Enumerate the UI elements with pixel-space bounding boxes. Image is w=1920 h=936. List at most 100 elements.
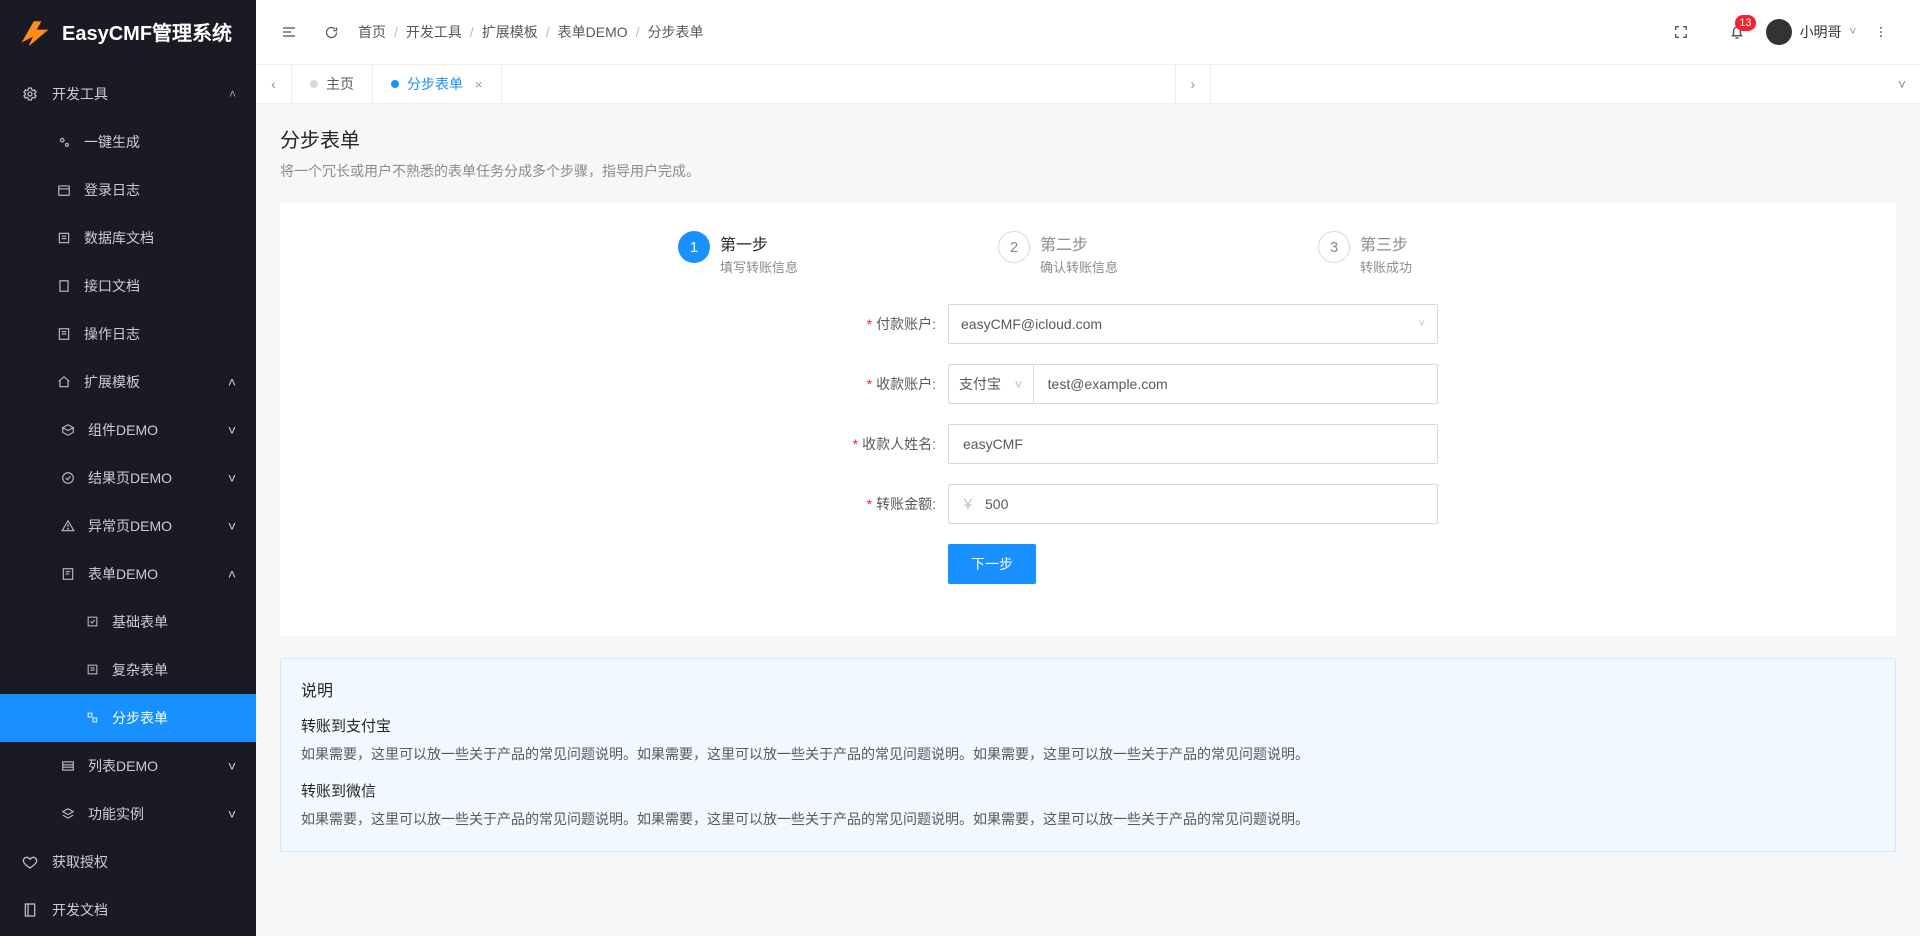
tabs-bar: ‹ 主页 分步表单 × › ˅	[256, 64, 1920, 104]
gear-icon	[22, 86, 38, 102]
nav-form-demo[interactable]: 表单DEMO ˄	[0, 550, 256, 598]
nav-comp-demo[interactable]: 组件DEMO ˅	[0, 406, 256, 454]
app-name: EasyCMF管理系统	[62, 17, 232, 46]
tab-menu[interactable]: ˅	[1884, 65, 1920, 103]
tab-scroll-right[interactable]: ›	[1175, 65, 1211, 103]
nav-ext-tpl[interactable]: 扩展模板 ˄	[0, 358, 256, 406]
topbar: 首页/ 开发工具/ 扩展模板/ 表单DEMO/ 分步表单 13 小明哥 ˅	[256, 0, 1920, 64]
nav-op-log[interactable]: 操作日志	[0, 310, 256, 358]
avatar	[1766, 19, 1792, 45]
steps: 1 第一步 填写转账信息 2 第二步 确认转账信息	[598, 231, 1578, 276]
chevron-up-icon: ˄	[229, 87, 236, 101]
nav-func-demo[interactable]: 功能实例 ˅	[0, 790, 256, 838]
nav-dev-doc[interactable]: 开发文档	[0, 886, 256, 934]
transfer-form: *付款账户: easyCMF@icloud.com ˅ *收款账户:	[738, 304, 1438, 584]
nav-license[interactable]: 获取授权	[0, 838, 256, 886]
refresh-button[interactable]	[316, 17, 346, 47]
doc-icon	[56, 278, 72, 294]
fullscreen-button[interactable]	[1666, 17, 1696, 47]
collapse-sidebar-button[interactable]	[274, 17, 304, 47]
crumb[interactable]: 首页	[358, 22, 386, 42]
nav-basic-form[interactable]: 基础表单	[0, 598, 256, 646]
currency-icon: ￥	[961, 494, 975, 514]
form-complex-icon	[84, 662, 100, 678]
info-text: 如果需要，这里可以放一些关于产品的常见问题说明。如果需要，这里可以放一些关于产品…	[301, 809, 1875, 829]
form-icon	[60, 566, 76, 582]
info-text: 如果需要，这里可以放一些关于产品的常见问题说明。如果需要，这里可以放一些关于产品…	[301, 744, 1875, 764]
list-icon	[56, 230, 72, 246]
log-icon	[56, 326, 72, 342]
tab-home[interactable]: 主页	[292, 65, 373, 103]
cube-icon	[60, 422, 76, 438]
home-icon	[56, 374, 72, 390]
recv-method-select[interactable]: 支付宝 ˅	[948, 364, 1034, 404]
chevron-down-icon: ˅	[228, 758, 236, 774]
step-number-icon: 3	[1318, 231, 1350, 263]
nav-complex-form[interactable]: 复杂表单	[0, 646, 256, 694]
tab-step-form[interactable]: 分步表单 ×	[373, 65, 502, 103]
recv-account-input[interactable]	[1034, 364, 1438, 404]
chevron-down-icon: ˅	[228, 518, 236, 534]
amount-label: *转账金额:	[738, 494, 948, 514]
chevron-down-icon: ˅	[1419, 318, 1425, 330]
table-icon	[60, 758, 76, 774]
nav-error-demo[interactable]: 异常页DEMO ˅	[0, 502, 256, 550]
crumb[interactable]: 分步表单	[648, 22, 704, 42]
pay-account-select[interactable]: easyCMF@icloud.com ˅	[948, 304, 1438, 344]
next-button[interactable]: 下一步	[948, 544, 1036, 584]
more-menu-button[interactable]	[1874, 25, 1898, 39]
step-2: 2 第二步 确认转账信息	[998, 231, 1318, 276]
recv-name-label: *收款人姓名:	[738, 434, 948, 454]
recv-name-input[interactable]	[948, 424, 1438, 464]
gears-icon	[56, 134, 72, 150]
page-title: 分步表单	[280, 124, 1896, 153]
info-box: 说明 转账到支付宝 如果需要，这里可以放一些关于产品的常见问题说明。如果需要，这…	[280, 658, 1896, 852]
calendar-icon	[56, 182, 72, 198]
heart-icon	[22, 854, 38, 870]
chevron-up-icon: ˄	[228, 374, 236, 390]
nav: 开发工具 ˄ 一键生成 登录日志 数据库文档	[0, 64, 256, 936]
book-icon	[22, 902, 38, 918]
info-section-title: 转账到支付宝	[301, 715, 1875, 736]
user-menu[interactable]: 小明哥 ˅	[1766, 19, 1856, 45]
form-step-icon	[84, 710, 100, 726]
nav-list-demo[interactable]: 列表DEMO ˅	[0, 742, 256, 790]
nav-db-doc[interactable]: 数据库文档	[0, 214, 256, 262]
tab-dot-icon	[391, 80, 399, 88]
recv-account-label: *收款账户:	[738, 374, 948, 394]
nav-dev-tools[interactable]: 开发工具 ˄	[0, 70, 256, 118]
crumb[interactable]: 表单DEMO	[558, 22, 628, 42]
step-number-icon: 1	[678, 231, 710, 263]
tab-scroll-left[interactable]: ‹	[256, 65, 292, 103]
info-section-title: 转账到微信	[301, 780, 1875, 801]
notification-badge: 13	[1735, 15, 1755, 31]
page-body: 分步表单 将一个冗长或用户不熟悉的表单任务分成多个步骤，指导用户完成。 1 第一…	[256, 104, 1920, 880]
tab-dot-icon	[310, 80, 318, 88]
notifications-button[interactable]: 13	[1726, 21, 1748, 43]
chevron-down-icon: ˅	[228, 470, 236, 486]
logo[interactable]: EasyCMF管理系统	[0, 0, 256, 64]
step-number-icon: 2	[998, 231, 1030, 263]
nav-api-doc[interactable]: 接口文档	[0, 262, 256, 310]
sidebar: EasyCMF管理系统 开发工具 ˄ 一键生成 登录日志	[0, 0, 256, 936]
amount-input[interactable]: ￥	[948, 484, 1438, 524]
form-basic-icon	[84, 614, 100, 630]
chevron-down-icon: ˅	[1850, 26, 1856, 38]
step-3: 3 第三步 转账成功	[1318, 231, 1498, 276]
nav-step-form[interactable]: 分步表单	[0, 694, 256, 742]
crumb[interactable]: 开发工具	[406, 22, 462, 42]
nav-onekey-gen[interactable]: 一键生成	[0, 118, 256, 166]
warn-icon	[60, 518, 76, 534]
form-card: 1 第一步 填写转账信息 2 第二步 确认转账信息	[280, 203, 1896, 636]
chevron-down-icon: ˅	[228, 422, 236, 438]
crumb[interactable]: 扩展模板	[482, 22, 538, 42]
chevron-up-icon: ˄	[228, 566, 236, 582]
layers-icon	[60, 806, 76, 822]
chevron-down-icon: ˅	[1014, 376, 1022, 392]
breadcrumb: 首页/ 开发工具/ 扩展模板/ 表单DEMO/ 分步表单	[358, 22, 704, 42]
close-icon[interactable]: ×	[475, 77, 483, 92]
nav-login-log[interactable]: 登录日志	[0, 166, 256, 214]
info-title: 说明	[301, 677, 1875, 701]
check-circle-icon	[60, 470, 76, 486]
nav-result-demo[interactable]: 结果页DEMO ˅	[0, 454, 256, 502]
